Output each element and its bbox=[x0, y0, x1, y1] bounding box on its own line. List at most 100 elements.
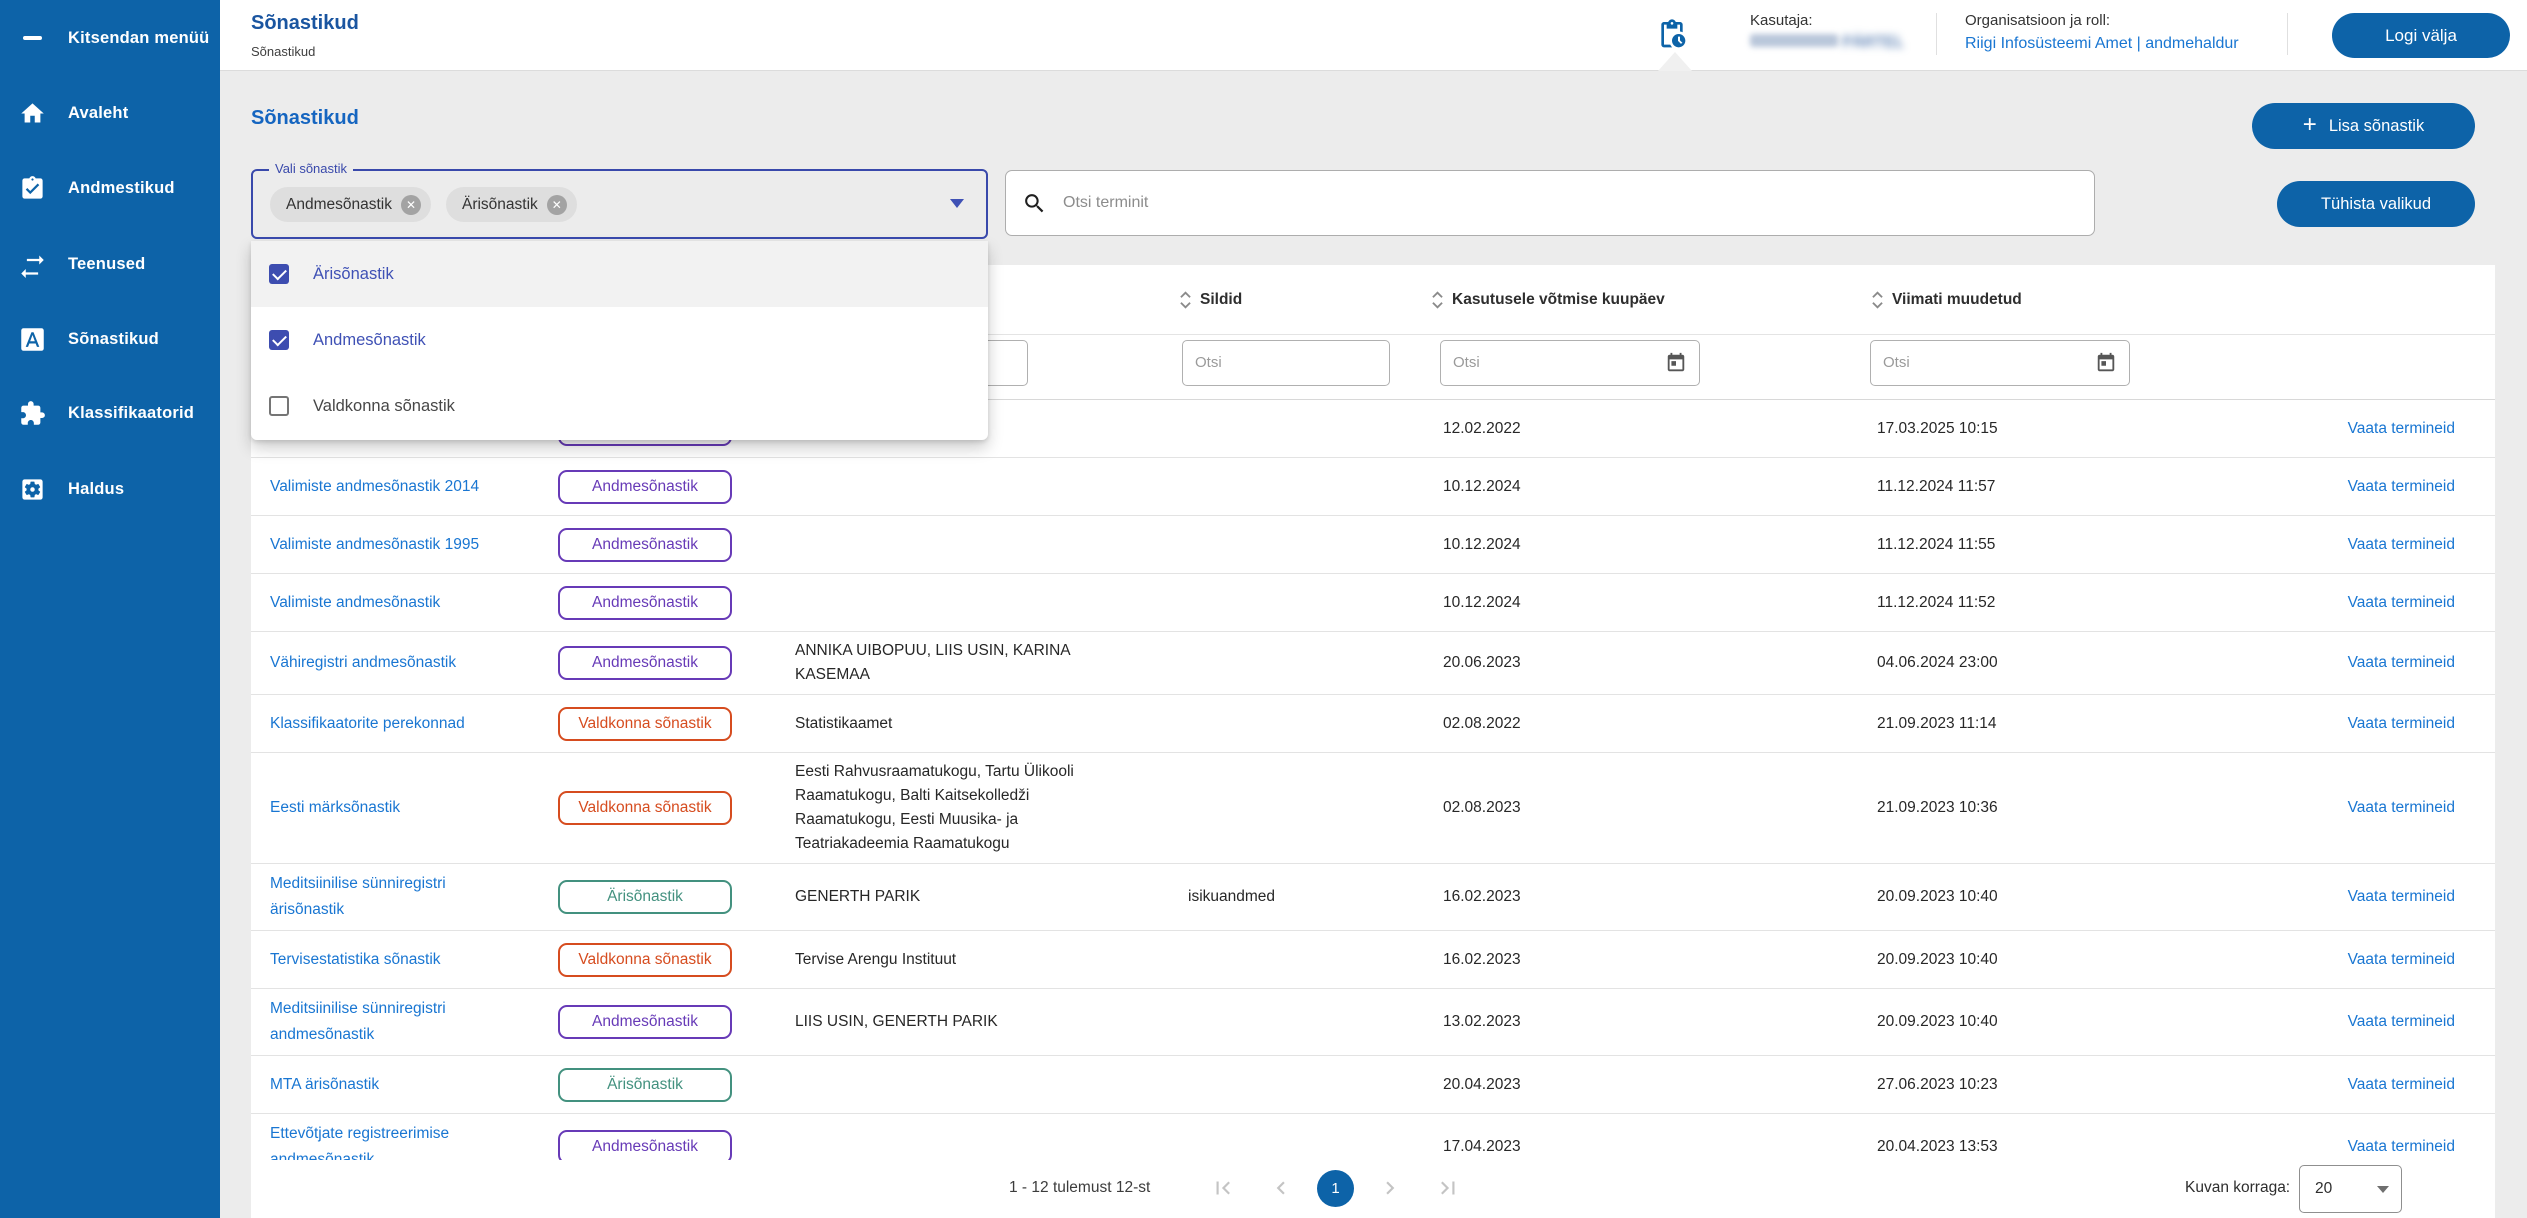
type-badge: Andmesõnastik bbox=[558, 586, 732, 620]
sort-icon[interactable] bbox=[1870, 289, 1885, 311]
sidebar-item-puzzle[interactable]: Klassifikaatorid bbox=[0, 391, 220, 435]
sort-icon[interactable] bbox=[1178, 289, 1193, 311]
window-title: Sõnastikud bbox=[251, 12, 359, 35]
dropdown-option-label: Andmesõnastik bbox=[313, 331, 426, 350]
table-row: Eesti märksõnastik Valdkonna sõnastik Eest… bbox=[251, 753, 2495, 864]
dictionary-name-link[interactable]: Valimiste andmesõnastik 2014 bbox=[270, 478, 479, 495]
owner-cell: LIIS USIN, GENERTH PARIK bbox=[770, 1010, 1160, 1034]
modified-date-cell: 20.09.2023 10:40 bbox=[1860, 1013, 2170, 1031]
dictionary-name-link[interactable]: MTA ärisõnastik bbox=[270, 1076, 379, 1093]
table-row: Klassifikaatorite perekonnadValdkonna sõ… bbox=[251, 695, 2495, 753]
chip-remove-icon[interactable]: ✕ bbox=[401, 195, 421, 215]
view-terms-link[interactable]: Vaata termineid bbox=[2348, 594, 2455, 611]
dropdown-option[interactable]: Andmesõnastik bbox=[251, 307, 988, 373]
calendar-icon[interactable] bbox=[1665, 352, 1687, 374]
view-terms-link[interactable]: Vaata termineid bbox=[2348, 888, 2455, 905]
dictionary-name-link[interactable]: Meditsiinilise sünniregistri ärisõnastik bbox=[270, 875, 446, 918]
per-page-label: Kuvan korraga: bbox=[2185, 1179, 2290, 1197]
owner-cell: Eesti Rahvusraamatukogu, Tartu Ülikooli … bbox=[770, 760, 1160, 856]
checkbox-checked-icon[interactable] bbox=[269, 330, 289, 350]
gear-icon bbox=[19, 476, 46, 503]
adopted-date-cell: 20.04.2023 bbox=[1420, 1076, 1860, 1094]
adopted-date-filter-input[interactable] bbox=[1453, 354, 1657, 371]
sidebar-item-label: Haldus bbox=[68, 480, 124, 499]
type-badge: Valdkonna sõnastik bbox=[558, 943, 732, 977]
type-badge: Ärisõnastik bbox=[558, 880, 732, 914]
modified-date-cell: 21.09.2023 11:14 bbox=[1860, 715, 2170, 733]
sidebar-item-label: Andmestikud bbox=[68, 179, 175, 198]
modified-date-cell: 17.03.2025 10:15 bbox=[1860, 420, 2170, 438]
column-header-kasutusele[interactable]: Kasutusele võtmise kuupäev bbox=[1420, 289, 1860, 311]
view-terms-link[interactable]: Vaata termineid bbox=[2348, 1076, 2455, 1093]
view-terms-link[interactable]: Vaata termineid bbox=[2348, 951, 2455, 968]
adopted-date-cell: 16.02.2023 bbox=[1420, 888, 1860, 906]
dropdown-option[interactable]: Valdkonna sõnastik bbox=[251, 373, 988, 439]
dictionary-name-link[interactable]: Klassifikaatorite perekonnad bbox=[270, 715, 465, 732]
dictionary-name-link[interactable]: Vähiregistri andmesõnastik bbox=[270, 654, 456, 671]
view-terms-link[interactable]: Vaata termineid bbox=[2348, 715, 2455, 732]
current-page-button[interactable]: 1 bbox=[1317, 1170, 1354, 1207]
org-role-link[interactable]: Riigi Infosüsteemi Amet | andmehaldur bbox=[1965, 35, 2239, 53]
adopted-date-cell: 16.02.2023 bbox=[1420, 951, 1860, 969]
first-page-icon[interactable] bbox=[1201, 1166, 1245, 1210]
type-badge: Ärisõnastik bbox=[558, 1068, 732, 1102]
logout-button[interactable]: Logi välja bbox=[2332, 13, 2510, 58]
modified-date-cell: 20.09.2023 10:40 bbox=[1860, 888, 2170, 906]
checkbox-unchecked-icon[interactable] bbox=[269, 396, 289, 416]
chip-label: Andmesõnastik bbox=[286, 196, 392, 214]
pending-actions-icon[interactable] bbox=[1654, 17, 1690, 53]
dictionary-name-link[interactable]: Valimiste andmesõnastik 1995 bbox=[270, 536, 479, 553]
table-row: Valimiste andmesõnastik 2014Andmesõnasti… bbox=[251, 458, 2495, 516]
selected-chip[interactable]: Ärisõnastik✕ bbox=[446, 187, 577, 222]
next-page-icon[interactable] bbox=[1368, 1166, 1412, 1210]
dropdown-option[interactable]: Ärisõnastik bbox=[251, 241, 988, 307]
sidebar-item-label: Avaleht bbox=[68, 104, 128, 123]
column-header-sildid[interactable]: Sildid bbox=[1160, 289, 1420, 311]
sort-icon[interactable] bbox=[1430, 289, 1445, 311]
view-terms-link[interactable]: Vaata termineid bbox=[2348, 536, 2455, 553]
dictionary-name-link[interactable]: Eesti märksõnastik bbox=[270, 799, 400, 816]
modified-date-cell: 21.09.2023 10:36 bbox=[1860, 799, 2170, 817]
dictionary-name-link[interactable]: Tervisestatistika sõnastik bbox=[270, 951, 441, 968]
dropdown-option-label: Ärisõnastik bbox=[313, 265, 394, 284]
dictionary-name-link[interactable]: Valimiste andmesõnastik bbox=[270, 594, 440, 611]
view-terms-link[interactable]: Vaata termineid bbox=[2348, 654, 2455, 671]
view-terms-link[interactable]: Vaata termineid bbox=[2348, 478, 2455, 495]
clear-selection-button[interactable]: Tühista valikud bbox=[2277, 181, 2475, 227]
column-header-viimati[interactable]: Viimati muudetud bbox=[1860, 289, 2170, 311]
user-block: Kasutaja: PÄRTEL bbox=[1750, 12, 1904, 52]
dictionary-type-dropdown: Ärisõnastik Andmesõnastik Valdkonna sõnast… bbox=[251, 241, 988, 440]
type-badge: Valdkonna sõnastik bbox=[558, 791, 732, 825]
sidebar-item-letter-a[interactable]: Sõnastikud bbox=[0, 317, 220, 361]
sidebar-item-swap-arrows[interactable]: Teenused bbox=[0, 242, 220, 286]
prev-page-icon[interactable] bbox=[1259, 1166, 1303, 1210]
term-search-input[interactable] bbox=[1063, 194, 2078, 212]
dropdown-caret-icon[interactable] bbox=[950, 199, 964, 208]
selected-chip[interactable]: Andmesõnastik ✕ bbox=[270, 187, 431, 222]
modified-date-filter-input[interactable] bbox=[1883, 354, 2087, 371]
sidebar-item-clipboard-check[interactable]: Andmestikud bbox=[0, 166, 220, 210]
dictionary-name-link[interactable]: Meditsiinilise sünniregistri andmesõnast… bbox=[270, 1000, 446, 1043]
dropdown-option-label: Valdkonna sõnastik bbox=[313, 397, 455, 416]
tags-filter-input[interactable] bbox=[1195, 354, 1377, 371]
chip-remove-icon[interactable]: ✕ bbox=[547, 195, 567, 215]
adopted-date-cell: 17.04.2023 bbox=[1420, 1138, 1860, 1156]
last-page-icon[interactable] bbox=[1426, 1166, 1470, 1210]
adopted-date-cell: 20.06.2023 bbox=[1420, 654, 1860, 672]
modified-date-cell: 04.06.2024 23:00 bbox=[1860, 654, 2170, 672]
view-terms-link[interactable]: Vaata termineid bbox=[2348, 799, 2455, 816]
table-row: Tervisestatistika sõnastik Valdkonna sõna… bbox=[251, 931, 2495, 989]
view-terms-link[interactable]: Vaata termineid bbox=[2348, 420, 2455, 437]
adopted-date-cell: 12.02.2022 bbox=[1420, 420, 1860, 438]
view-terms-link[interactable]: Vaata termineid bbox=[2348, 1138, 2455, 1155]
type-badge: Andmesõnastik bbox=[558, 1130, 732, 1164]
dictionary-type-select[interactable]: Vali sõnastik Andmesõnastik✕Ärisõnastik✕ bbox=[251, 169, 988, 239]
per-page-select[interactable]: 20 bbox=[2299, 1165, 2402, 1213]
checkbox-checked-icon[interactable] bbox=[269, 264, 289, 284]
add-dictionary-button[interactable]: + Lisa sõnastik bbox=[2252, 103, 2475, 149]
calendar-icon[interactable] bbox=[2095, 352, 2117, 374]
sidebar-item-home[interactable]: Avaleht bbox=[0, 91, 220, 135]
view-terms-link[interactable]: Vaata termineid bbox=[2348, 1013, 2455, 1030]
sidebar-item-collapse-menu[interactable]: Kitsendan menüü bbox=[0, 16, 220, 60]
sidebar-item-gear[interactable]: Haldus bbox=[0, 467, 220, 511]
